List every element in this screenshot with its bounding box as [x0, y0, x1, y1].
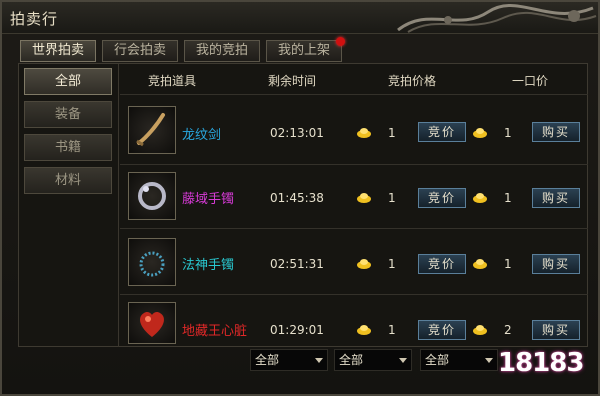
- tab-my-listings[interactable]: 我的上架: [266, 37, 345, 62]
- bid-button[interactable]: 竞价: [418, 188, 466, 208]
- bid-button[interactable]: 竞价: [418, 254, 466, 274]
- chevron-down-icon: [315, 358, 323, 363]
- tab-my-bids[interactable]: 我的竞拍: [184, 40, 260, 62]
- filter-select-value: 全部: [339, 353, 364, 367]
- bid-button[interactable]: 竞价: [418, 122, 466, 142]
- buy-button[interactable]: 购买: [532, 188, 580, 208]
- buyout-price: 1: [504, 126, 512, 140]
- row-divider: [120, 294, 588, 295]
- bid-price: 1: [388, 126, 396, 140]
- chevron-down-icon: [399, 358, 407, 363]
- buyout-price: 1: [504, 191, 512, 205]
- bid-price: 1: [388, 257, 396, 271]
- watermark-logo: 18183: [498, 348, 584, 378]
- tab-guild-auction[interactable]: 行会拍卖: [102, 40, 178, 62]
- item-name: 地藏王心脏: [182, 324, 248, 339]
- buy-button[interactable]: 购买: [532, 320, 580, 340]
- item-thumbnail[interactable]: [128, 302, 176, 344]
- gold-ingot-icon: [357, 259, 371, 269]
- gold-ingot-icon: [357, 325, 371, 335]
- filter-select-value: 全部: [425, 353, 450, 367]
- bid-button[interactable]: 竞价: [418, 320, 466, 340]
- tab-my-listings-label: 我的上架: [277, 43, 330, 58]
- column-header-item: 竞拍道具: [148, 74, 197, 88]
- category-books[interactable]: 书籍: [24, 134, 112, 161]
- item-name: 法神手镯: [182, 258, 235, 273]
- category-equipment[interactable]: 装备: [24, 101, 112, 128]
- item-time-left: 01:45:38: [270, 191, 324, 205]
- bid-price: 1: [388, 191, 396, 205]
- bracelet-icon: [139, 251, 165, 277]
- column-header-buyout: 一口价: [512, 74, 549, 88]
- title-bar[interactable]: 拍卖行: [2, 2, 598, 34]
- header-divider: [120, 94, 588, 95]
- row-divider: [120, 228, 588, 229]
- tab-world-auction[interactable]: 世界拍卖: [20, 40, 96, 62]
- gold-ingot-icon: [473, 259, 487, 269]
- filter-select-value: 全部: [255, 353, 280, 367]
- buy-button[interactable]: 购买: [532, 122, 580, 142]
- sidebar-divider: [118, 64, 119, 347]
- notification-dot: [336, 37, 345, 46]
- filter-select-1[interactable]: 全部: [250, 349, 328, 371]
- buy-button[interactable]: 购买: [532, 254, 580, 274]
- filter-select-3[interactable]: 全部: [420, 349, 498, 371]
- item-thumbnail[interactable]: [128, 172, 176, 220]
- bid-price: 1: [388, 323, 396, 337]
- bracelet-icon: [138, 182, 166, 210]
- sword-icon: [136, 113, 165, 147]
- item-thumbnail[interactable]: [128, 238, 176, 286]
- column-header-bid-price: 竞拍价格: [388, 74, 437, 88]
- gold-ingot-icon: [357, 193, 371, 203]
- gold-ingot-icon: [473, 325, 487, 335]
- row-divider: [120, 164, 588, 165]
- item-name: 龙纹剑: [182, 128, 222, 143]
- dragon-ornament-icon: [397, 3, 597, 33]
- item-thumbnail[interactable]: [128, 106, 176, 154]
- item-time-left: 02:51:31: [270, 257, 324, 271]
- gold-ingot-icon: [473, 193, 487, 203]
- gold-ingot-icon: [473, 128, 487, 138]
- column-header-time-left: 剩余时间: [268, 74, 317, 88]
- item-time-left: 02:13:01: [270, 126, 324, 140]
- category-all[interactable]: 全部: [24, 68, 112, 95]
- category-materials[interactable]: 材料: [24, 167, 112, 194]
- buyout-price: 1: [504, 257, 512, 271]
- filter-select-2[interactable]: 全部: [334, 349, 412, 371]
- window-title: 拍卖行: [10, 10, 59, 28]
- buyout-price: 2: [504, 323, 512, 337]
- item-name: 藤域手镯: [182, 192, 235, 207]
- item-time-left: 01:29:01: [270, 323, 324, 337]
- auction-window: 拍卖行 世界拍卖 行会拍卖 我的竞拍 我的上架 全部 装备 书籍 材料 竞拍道具…: [0, 0, 600, 396]
- chevron-down-icon: [485, 358, 493, 363]
- heart-icon: [140, 312, 164, 337]
- gold-ingot-icon: [357, 128, 371, 138]
